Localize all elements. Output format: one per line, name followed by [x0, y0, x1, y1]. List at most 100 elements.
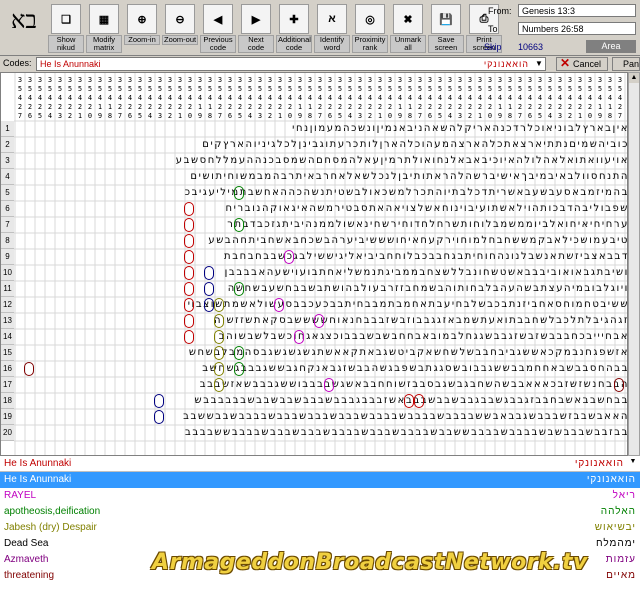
cancel-button[interactable]: ✕ Cancel [556, 57, 608, 71]
code-mark[interactable] [414, 394, 424, 408]
result-item[interactable]: RAYEL ריאל [0, 488, 640, 504]
matrix-grid[interactable]: 3 5 4 2 7 3 5 4 2 6 3 5 4 2 5 3 5 4 2 4 3 5 … [0, 72, 628, 456]
unmark-icon: ✖ [393, 4, 423, 34]
column-number: 3 5 4 2 6 [127, 76, 133, 120]
chevron-down-icon[interactable]: ▼ [533, 58, 545, 70]
matrix-row: בבהחסבבשבאחחמבבששגבבובשסגגתבשפבגשהבבשזגב… [202, 363, 628, 374]
code-mark[interactable] [214, 298, 224, 312]
column-number: 3 5 4 2 2 [267, 76, 273, 120]
column-number: 3 5 4 2 1 [77, 76, 83, 120]
codes-label: Codes: [3, 58, 32, 68]
row-number: 20 [1, 425, 14, 441]
code-mark[interactable] [154, 394, 164, 408]
code-mark[interactable] [214, 330, 224, 344]
code-mark[interactable] [214, 346, 224, 360]
result-label: He Is Anunnaki [4, 474, 72, 485]
zoom-out-button[interactable]: ⊖ Zoom-out [162, 2, 198, 54]
matrix-row: כוביהשמיםנתתיארצאתכלהארצהמעהוכלהארןלותכר… [202, 139, 628, 150]
area-button[interactable]: Area [586, 40, 636, 53]
proximity-button[interactable]: ◎ Proximity rank [352, 2, 388, 54]
result-item[interactable]: Jabesh (dry) Despair יבשיאוש [0, 520, 640, 536]
code-mark[interactable] [234, 186, 244, 200]
result-label: Azmaveth [4, 554, 49, 565]
column-number: 3 5 4 2 4 [447, 76, 453, 120]
code-mark[interactable] [184, 266, 194, 280]
code-mark[interactable] [214, 362, 224, 376]
from-field[interactable]: Genesis 13:3 [518, 4, 636, 17]
unmark-button[interactable]: ✖ Unmark all [390, 2, 426, 54]
code-mark[interactable] [184, 202, 194, 216]
column-number: 3 5 4 2 5 [437, 76, 443, 120]
skip-label: Skip [484, 42, 502, 52]
code-mark[interactable] [274, 298, 284, 312]
code-mark[interactable] [234, 346, 244, 360]
row-number: 3 [1, 153, 14, 169]
result-hebrew: מאיים [606, 570, 636, 581]
toolbar-button-label: Save screen [428, 35, 464, 53]
additional-button[interactable]: ✚ Additional code [276, 2, 312, 54]
result-item[interactable]: apotheosis,deification האלהה [0, 504, 640, 520]
result-hebrew: ימהמלח [595, 538, 636, 549]
row-number: 12 [1, 297, 14, 313]
column-number: 3 5 4 2 4 [547, 76, 553, 120]
column-number: 3 5 4 2 5 [337, 76, 343, 120]
code-mark[interactable] [184, 234, 194, 248]
column-number: 3 5 4 2 5 [37, 76, 43, 120]
result-item[interactable]: He Is Anunnaki הואאנונקי [0, 472, 640, 488]
column-number: 3 5 4 2 6 [427, 76, 433, 120]
scroll-up-icon[interactable]: ▲ [629, 73, 639, 83]
vertical-scrollbar[interactable]: ▲ [628, 72, 640, 456]
identify-button[interactable]: א Identify word [314, 2, 350, 54]
book-button[interactable]: ❏ Show nikud [48, 2, 84, 54]
code-mark[interactable] [24, 362, 34, 376]
from-label: From: [488, 6, 512, 16]
chevron-down-icon[interactable]: ▼ [628, 458, 638, 470]
code-mark[interactable] [204, 282, 214, 296]
code-mark[interactable] [284, 250, 294, 264]
result-label: Dead Sea [4, 538, 49, 549]
code-mark[interactable] [614, 378, 624, 392]
matrix-row: אויעוואתואלאהלולהאיוכיבאבאלנחואולתרמיןעא… [175, 155, 628, 166]
code-mark[interactable] [324, 378, 334, 392]
code-mark[interactable] [234, 362, 244, 376]
column-number: 3 5 4 1 8 [107, 76, 113, 120]
code-mark[interactable] [234, 218, 244, 232]
code-mark[interactable] [214, 378, 224, 392]
code-mark[interactable] [404, 394, 414, 408]
column-number: 3 5 4 1 8 [507, 76, 513, 120]
pan-button[interactable]: Pan [612, 57, 640, 71]
code-mark[interactable] [184, 314, 194, 328]
row-number: 11 [1, 281, 14, 297]
matrix-button[interactable]: ▦ Modify matrix [86, 2, 122, 54]
row-number: 18 [1, 393, 14, 409]
code-mark[interactable] [204, 298, 214, 312]
code-mark[interactable] [184, 298, 194, 312]
code-mark[interactable] [184, 218, 194, 232]
previous-button[interactable]: ◀ Previous code [200, 2, 236, 54]
column-number: 3 5 4 2 3 [57, 76, 63, 120]
results-header[interactable]: He Is Anunnaki הואאנונקי ▼ [0, 456, 640, 472]
matrix-row: ששיבטחמוחסאחביזנתבכבשלבחיעבתאחמבתמבבחיתב… [187, 299, 628, 310]
next-button[interactable]: ▶ Next code [238, 2, 274, 54]
save-button[interactable]: 💾 Save screen [428, 2, 464, 54]
code-mark[interactable] [154, 410, 164, 424]
code-mark[interactable] [294, 330, 304, 344]
code-mark[interactable] [204, 266, 214, 280]
column-number: 3 5 4 2 7 [317, 76, 323, 120]
code-mark[interactable] [314, 314, 324, 328]
column-number: 3 5 4 2 3 [257, 76, 263, 120]
to-field[interactable]: Numbers 26:58 [518, 22, 636, 35]
codes-input[interactable]: He Is Anunnaki הואאנונקי [36, 57, 546, 71]
next-icon: ▶ [241, 4, 271, 34]
code-mark[interactable] [184, 282, 194, 296]
code-mark[interactable] [184, 330, 194, 344]
column-number: 3 5 4 2 5 [237, 76, 243, 120]
code-mark[interactable] [214, 314, 224, 328]
column-number: 3 5 4 2 1 [377, 76, 383, 120]
result-label: threatening [4, 570, 55, 581]
zoom-in-button[interactable]: ⊕ Zoom-in [124, 2, 160, 54]
code-mark[interactable] [234, 282, 244, 296]
column-number: 3 5 4 2 3 [457, 76, 463, 120]
code-mark[interactable] [184, 250, 194, 264]
toolbar-button-label: Zoom-out [162, 35, 198, 45]
